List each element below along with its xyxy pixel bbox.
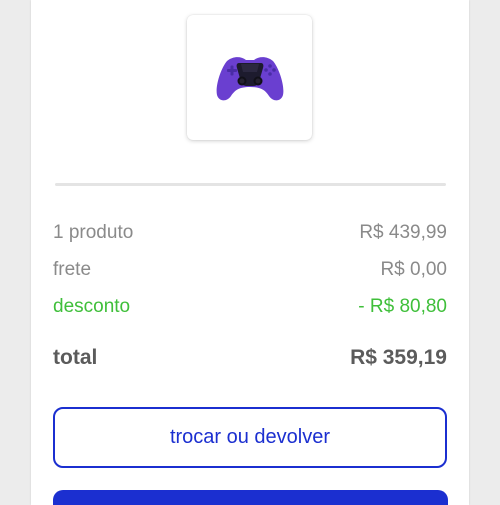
section-divider — [55, 183, 446, 186]
summary-row-total: total R$ 359,19 — [53, 346, 447, 370]
summary-row-shipping: frete R$ 0,00 — [53, 259, 447, 281]
total-label: total — [53, 346, 98, 369]
shipping-value: R$ 0,00 — [380, 259, 447, 280]
shipping-label: frete — [53, 259, 92, 280]
total-value: R$ 359,19 — [350, 346, 447, 369]
primary-action-button[interactable] — [53, 490, 448, 505]
exchange-return-button[interactable]: trocar ou devolver — [53, 407, 447, 468]
summary-row-products: 1 produto R$ 439,99 — [53, 222, 447, 244]
discount-value: - R$ 80,80 — [358, 296, 447, 317]
products-value: R$ 439,99 — [359, 222, 447, 243]
order-summary-card: 1 produto R$ 439,99 frete R$ 0,00 descon… — [31, 0, 469, 505]
discount-label: desconto — [53, 296, 131, 317]
product-thumbnail[interactable] — [187, 15, 312, 140]
summary-row-discount: desconto - R$ 80,80 — [53, 296, 447, 318]
products-label: 1 produto — [53, 222, 134, 243]
exchange-return-label: trocar ou devolver — [169, 426, 331, 448]
gamepad-controller-icon — [216, 56, 283, 100]
